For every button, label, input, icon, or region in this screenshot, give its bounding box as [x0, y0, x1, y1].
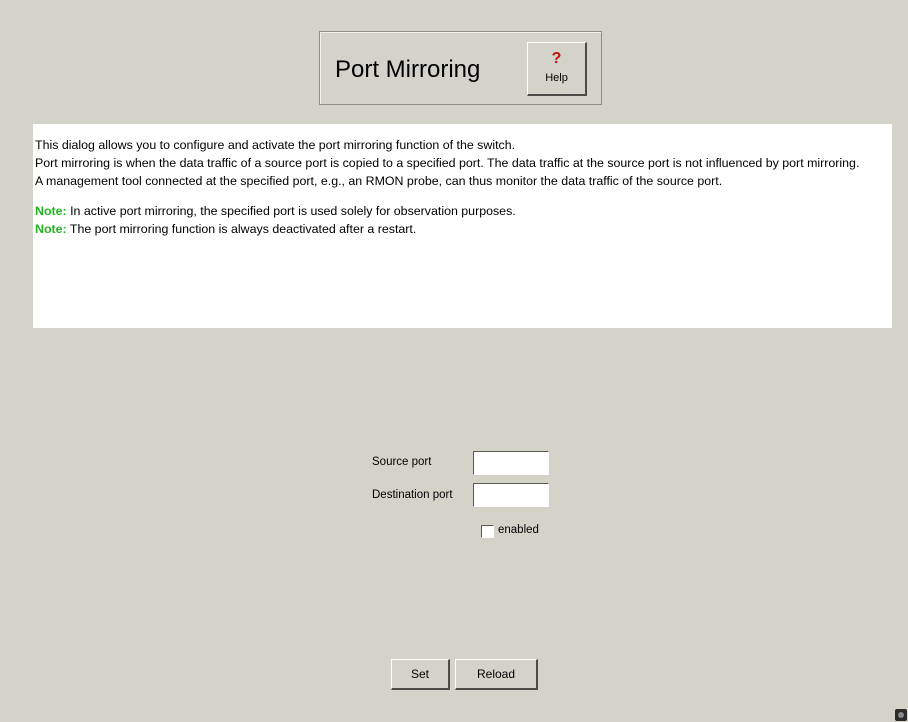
description-line: A management tool connected at the speci… [35, 174, 723, 188]
title-box: Port Mirroring ? Help [319, 31, 602, 105]
destination-port-label: Destination port [372, 489, 453, 501]
note-spacer [35, 190, 892, 202]
destination-port-input[interactable] [473, 483, 549, 507]
description-line: This dialog allows you to configure and … [35, 138, 516, 152]
note-text: The port mirroring function is always de… [66, 222, 417, 236]
note-line: Note: In active port mirroring, the spec… [35, 202, 892, 220]
enabled-label[interactable]: enabled [498, 524, 539, 536]
help-button[interactable]: ? Help [527, 42, 587, 96]
note-label: Note: [35, 204, 67, 218]
description-panel: This dialog allows you to configure and … [33, 124, 892, 328]
description-line: Port mirroring is when the data traffic … [35, 156, 860, 170]
reload-button[interactable]: Reload [455, 659, 538, 690]
page-title: Port Mirroring [335, 56, 481, 83]
note-text: In active port mirroring, the specified … [66, 204, 516, 218]
note-line: Note: The port mirroring function is alw… [35, 220, 892, 238]
note-label: Note: [35, 222, 67, 236]
help-label: Help [545, 72, 568, 84]
status-indicator-icon [895, 709, 907, 721]
enabled-checkbox[interactable] [481, 525, 494, 538]
set-button[interactable]: Set [391, 659, 450, 690]
question-mark-icon: ? [551, 50, 562, 67]
source-port-input[interactable] [473, 451, 549, 475]
source-port-label: Source port [372, 456, 432, 468]
